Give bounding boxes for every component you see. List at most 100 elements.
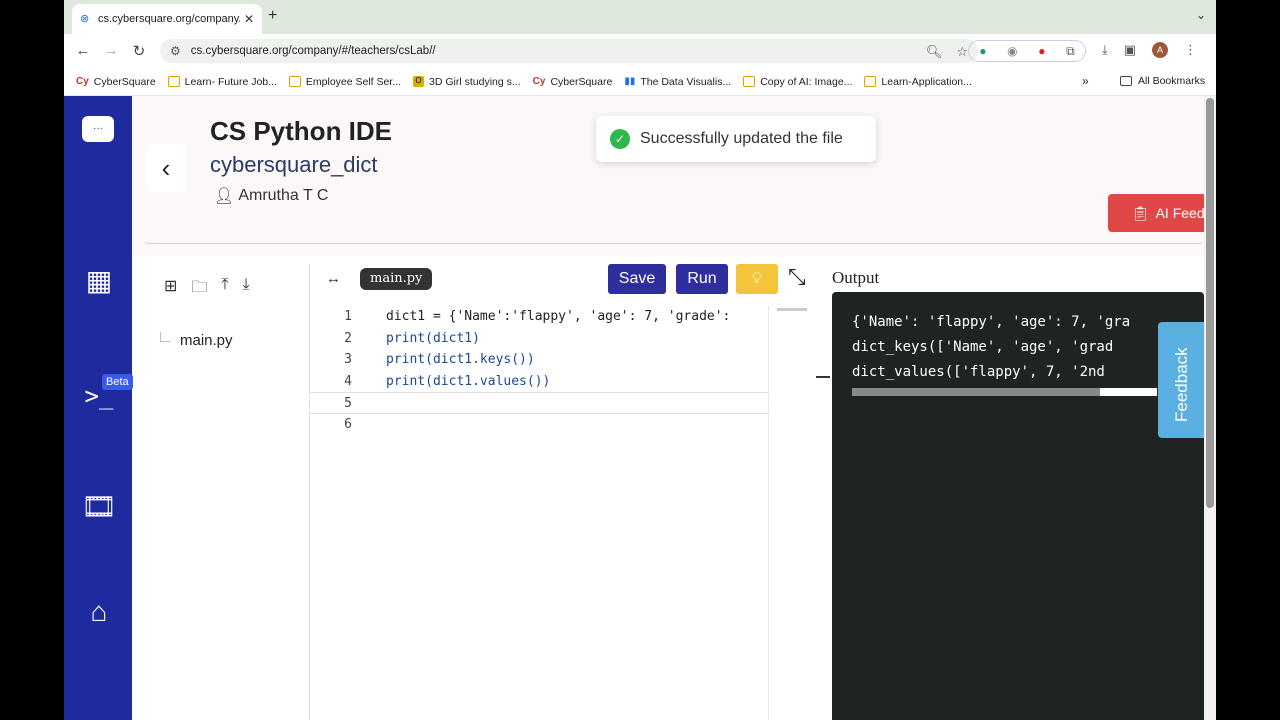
user-name: Amrutha T C [238,187,329,204]
app-logo[interactable]: ··· [82,116,114,142]
feedback-tab[interactable]: Feedback [1158,322,1204,438]
dashboard-icon[interactable]: ▦ [80,264,118,297]
output-line: {'Name': 'flappy', 'age': 7, 'gra [852,314,1131,330]
swap-panels-icon[interactable]: ↔ [326,270,341,287]
folder-icon [743,76,756,87]
close-tab-icon[interactable]: ✕ [244,12,254,26]
folder-icon [1120,76,1132,86]
feedback-label: Feedback [1172,347,1191,422]
url-text: cs.cybersquare.org/company/#/teachers/cs… [190,45,436,57]
new-file-icon[interactable]: ⊞ [164,276,177,303]
browser-menu-icon[interactable]: ⋮ [1184,42,1197,58]
back-arrow-icon[interactable]: ← [74,42,92,59]
bookmark-item[interactable]: Learn-Application... [864,76,972,88]
editor-tab[interactable]: main.py [360,268,433,290]
bookmark-star-icon[interactable]: ☆ [956,44,968,60]
code-line: 1 dict1 = {'Name':'flappy', 'age': 7, 'gr… [310,306,770,328]
zoom-icon[interactable]: 🔍︎ [926,44,943,60]
file-explorer: ⊞ 🗀︎ ⤒ ⤓ main.py [148,264,310,720]
page-scrollbar-thumb[interactable] [1206,98,1214,508]
address-bar[interactable]: ⚙ cs.cybersquare.org/company/#/teachers/… [160,39,978,63]
tab-search-chevron-icon[interactable]: ⌄ [1196,8,1206,22]
profile-avatar[interactable]: A [1152,42,1169,58]
record-icon[interactable]: ● [1038,44,1045,58]
code-line: 3 print(dict1.keys()) [310,349,770,371]
browser-tab[interactable]: ⊗ cs.cybersquare.org/company/ ✕ [72,4,262,34]
line-number: 2 [344,330,352,346]
file-title: cybersquare_dict [210,152,378,177]
folder-icon [167,76,180,87]
terminal-icon[interactable]: >_ [80,382,118,410]
bookmark-item[interactable]: Cy CyberSquare [76,76,156,88]
folder-icon [288,76,301,87]
film-icon[interactable]: 🎞︎ [80,490,118,523]
download-icon[interactable]: ⤓ [1102,42,1108,58]
new-folder-icon[interactable]: 🗀︎ [191,276,207,303]
line-number: 6 [344,416,352,432]
side-panel-icon[interactable]: ▣ [1124,42,1136,58]
site-o-icon: O [413,76,425,87]
download-file-icon[interactable]: ⤓ [243,276,250,303]
bookmark-item[interactable]: Learn- Future Job... [167,76,277,88]
line-number: 1 [344,309,352,324]
code-line-active: 5 [310,392,770,414]
line-content: print(dict1.values()) [386,373,551,389]
home-icon[interactable]: ⌂ [80,596,118,628]
scrollbar-thumb[interactable] [852,388,1100,396]
back-button[interactable]: ‹ [146,144,186,192]
extensions-icon[interactable]: ⧉ [1066,44,1075,59]
grammarly-icon[interactable]: ● [979,44,986,58]
camera-icon[interactable]: ◉ [1007,44,1017,58]
check-circle-icon: ✓ [610,129,630,149]
ai-feedback-button[interactable]: 📋︎ AI Feedback [1108,194,1204,232]
sidebar: ··· ▦ Beta >_ 🎞︎ ⌂ [64,96,133,720]
bookmark-item[interactable]: Employee Self Ser... [288,76,401,88]
bookmark-item[interactable]: O 3D Girl studying s... [413,76,521,88]
upload-icon[interactable]: ⤒ [221,276,228,303]
chevron-left-icon: ‹ [161,153,171,183]
line-number: 4 [344,373,352,389]
code-line: 6 [310,414,770,436]
run-button[interactable]: Run [676,264,728,294]
output-line: dict_keys(['Name', 'age', 'grad [852,339,1114,355]
header-divider [146,243,1202,244]
new-tab-icon[interactable]: + [268,7,277,25]
site-info-icon[interactable]: ⚙ [170,44,181,58]
line-number: 3 [344,352,352,368]
bookmark-item[interactable]: Copy of AI: Image... [743,76,852,88]
panel-resize-handle[interactable] [816,376,830,378]
line-content: dict1 = {'Name':'flappy', 'age': 7, 'gra… [386,309,731,324]
line-content: print(dict1.keys()) [386,352,535,368]
bookmarks-bar: Cy CyberSquare Learn- Future Job... Emplo… [64,68,1216,96]
site-favicon-icon: ⊗ [80,13,90,25]
reload-icon[interactable]: ↻ [130,42,148,60]
cybersquare-icon: Cy [532,76,546,87]
folder-icon [864,76,877,87]
user-icon: 👤︎ [214,188,235,205]
bookmark-item[interactable]: ▮▮ The Data Visualis... [624,76,731,88]
code-editor[interactable]: 1 dict1 = {'Name':'flappy', 'age': 7, 'gr… [310,306,770,720]
ide-header: ‹ CS Python IDE cybersquare_dict 👤︎ Amru… [132,96,1204,256]
tab-strip: ⊗ cs.cybersquare.org/company/ ✕ + ⌄ [64,0,1216,34]
theme-toggle-button[interactable]: 💡︎ [736,264,778,294]
file-item[interactable]: main.py [180,332,233,349]
save-button[interactable]: Save [608,264,666,294]
minimap-line [777,308,807,311]
line-content: print(dict1) [386,330,480,346]
code-line: 2 print(dict1) [310,328,770,350]
tree-branch [160,332,170,342]
code-minimap[interactable] [768,306,816,720]
code-line: 4 print(dict1.values()) [310,371,770,393]
output-horizontal-scrollbar[interactable] [852,388,1157,396]
forward-arrow-icon[interactable]: → [102,42,120,59]
all-bookmarks[interactable]: All Bookmarks [1120,75,1205,87]
bar-chart-icon: ▮▮ [624,76,636,87]
collapse-icon[interactable]: ⤡ [788,264,806,290]
page-scrollbar[interactable] [1204,96,1216,720]
success-toast: ✓ Successfully updated the file [596,116,876,162]
extensions-group: ● ◉ ● ⧉ [968,40,1086,62]
line-number: 5 [344,396,352,412]
more-bookmarks-icon[interactable]: » [1082,74,1089,88]
bookmark-item[interactable]: Cy CyberSquare [533,76,613,88]
output-terminal[interactable]: {'Name': 'flappy', 'age': 7, 'gra dict_k… [832,292,1204,720]
